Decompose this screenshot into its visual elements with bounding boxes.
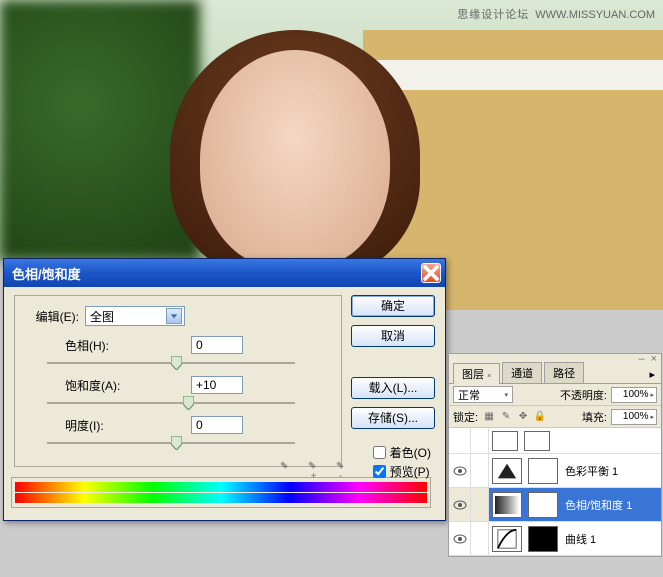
fill-label: 填充:	[582, 409, 607, 425]
lock-label: 锁定:	[453, 409, 478, 425]
adjustment-icon	[492, 458, 522, 484]
eye-icon	[453, 534, 467, 544]
svg-text:-: -	[339, 471, 342, 480]
opacity-label: 不透明度:	[560, 387, 607, 403]
saturation-input[interactable]	[191, 376, 243, 394]
hue-slider-row: 色相(H):	[25, 336, 331, 370]
close-panel-icon[interactable]: ×	[651, 353, 657, 365]
visibility-toggle[interactable]	[449, 454, 471, 487]
adjustment-icon	[492, 492, 522, 518]
visibility-toggle[interactable]	[449, 488, 471, 521]
lightness-input[interactable]	[191, 416, 243, 434]
tab-layers[interactable]: 图层 ×	[453, 363, 500, 384]
close-icon	[422, 264, 440, 282]
layers-panel: – × 图层 × 通道 路径 ▸ 正常 ▾ 不透明度: 100%▸ 锁定: ▦ …	[448, 353, 662, 557]
lock-move-icon[interactable]: ✥	[516, 410, 530, 424]
layers-list: 色彩平衡 1 色相/饱和度 1 曲线 1	[449, 428, 661, 556]
eye-icon	[453, 500, 467, 510]
hue-gradient-bars	[11, 477, 431, 508]
lock-transparency-icon[interactable]: ▦	[482, 410, 496, 424]
layer-name: 色彩平衡 1	[565, 463, 618, 479]
hue-saturation-dialog: 色相/饱和度 编辑(E): 全图 色相(H):	[3, 258, 446, 521]
load-button[interactable]: 载入(L)...	[351, 377, 435, 399]
chevron-down-icon	[166, 308, 182, 324]
saturation-label: 饱和度(A):	[25, 377, 151, 394]
eye-icon	[453, 466, 467, 476]
eyedropper-minus-icon[interactable]: -	[325, 460, 345, 480]
layer-row[interactable]	[449, 428, 661, 454]
hue-input[interactable]	[191, 336, 243, 354]
lightness-slider[interactable]	[47, 436, 295, 450]
lightness-label: 明度(I):	[25, 417, 151, 434]
dialog-titlebar[interactable]: 色相/饱和度	[4, 259, 445, 287]
eyedropper-plus-icon[interactable]: +	[297, 460, 317, 480]
saturation-slider-row: 饱和度(A):	[25, 376, 331, 410]
panel-menu-icon[interactable]: ▸	[643, 366, 661, 383]
layer-mask	[528, 492, 558, 518]
visibility-toggle[interactable]	[449, 428, 471, 453]
eyedropper-icon[interactable]	[269, 460, 289, 480]
fill-input[interactable]: 100%▸	[611, 409, 657, 425]
close-button[interactable]	[421, 263, 441, 283]
ok-button[interactable]: 确定	[351, 295, 435, 317]
colorize-checkbox[interactable]: 着色(O)	[373, 444, 431, 461]
watermark: 思缘设计论坛WWW.MISSYUAN.COM	[457, 6, 655, 22]
lock-brush-icon[interactable]: ✎	[499, 410, 513, 424]
blend-mode-select[interactable]: 正常 ▾	[453, 386, 513, 403]
slider-group: 编辑(E): 全图 色相(H): 饱和度(A):	[14, 295, 342, 467]
layer-mask	[524, 431, 550, 451]
hue-label: 色相(H):	[25, 337, 151, 354]
layer-row[interactable]: 色彩平衡 1	[449, 454, 661, 488]
minimize-icon[interactable]: –	[638, 353, 644, 365]
layer-mask	[528, 458, 558, 484]
layer-row[interactable]: 曲线 1	[449, 522, 661, 556]
saturation-slider[interactable]	[47, 396, 295, 410]
tab-channels[interactable]: 通道	[502, 362, 542, 383]
hue-slider[interactable]	[47, 356, 295, 370]
dialog-title: 色相/饱和度	[12, 264, 421, 283]
layer-row[interactable]: 色相/饱和度 1	[449, 488, 661, 522]
opacity-input[interactable]: 100%▸	[611, 387, 657, 403]
edit-label: 编辑(E):	[25, 308, 79, 325]
cancel-button[interactable]: 取消	[351, 325, 435, 347]
save-button[interactable]: 存储(S)...	[351, 407, 435, 429]
tab-paths[interactable]: 路径	[544, 362, 584, 383]
visibility-toggle[interactable]	[449, 522, 471, 555]
svg-text:+: +	[311, 471, 317, 480]
adjustment-icon	[492, 526, 522, 552]
lightness-slider-row: 明度(I):	[25, 416, 331, 450]
layer-name: 色相/饱和度 1	[565, 497, 632, 513]
layer-thumbnail	[492, 431, 518, 451]
eyedropper-tools: + -	[269, 460, 345, 480]
panel-tabs: 图层 × 通道 路径 ▸	[449, 364, 661, 384]
edit-combo[interactable]: 全图	[85, 306, 185, 326]
layer-name: 曲线 1	[565, 531, 596, 547]
layer-mask	[528, 526, 558, 552]
preview-checkbox[interactable]: 预览(P)	[373, 463, 431, 480]
lock-all-icon[interactable]: 🔒	[533, 410, 547, 424]
